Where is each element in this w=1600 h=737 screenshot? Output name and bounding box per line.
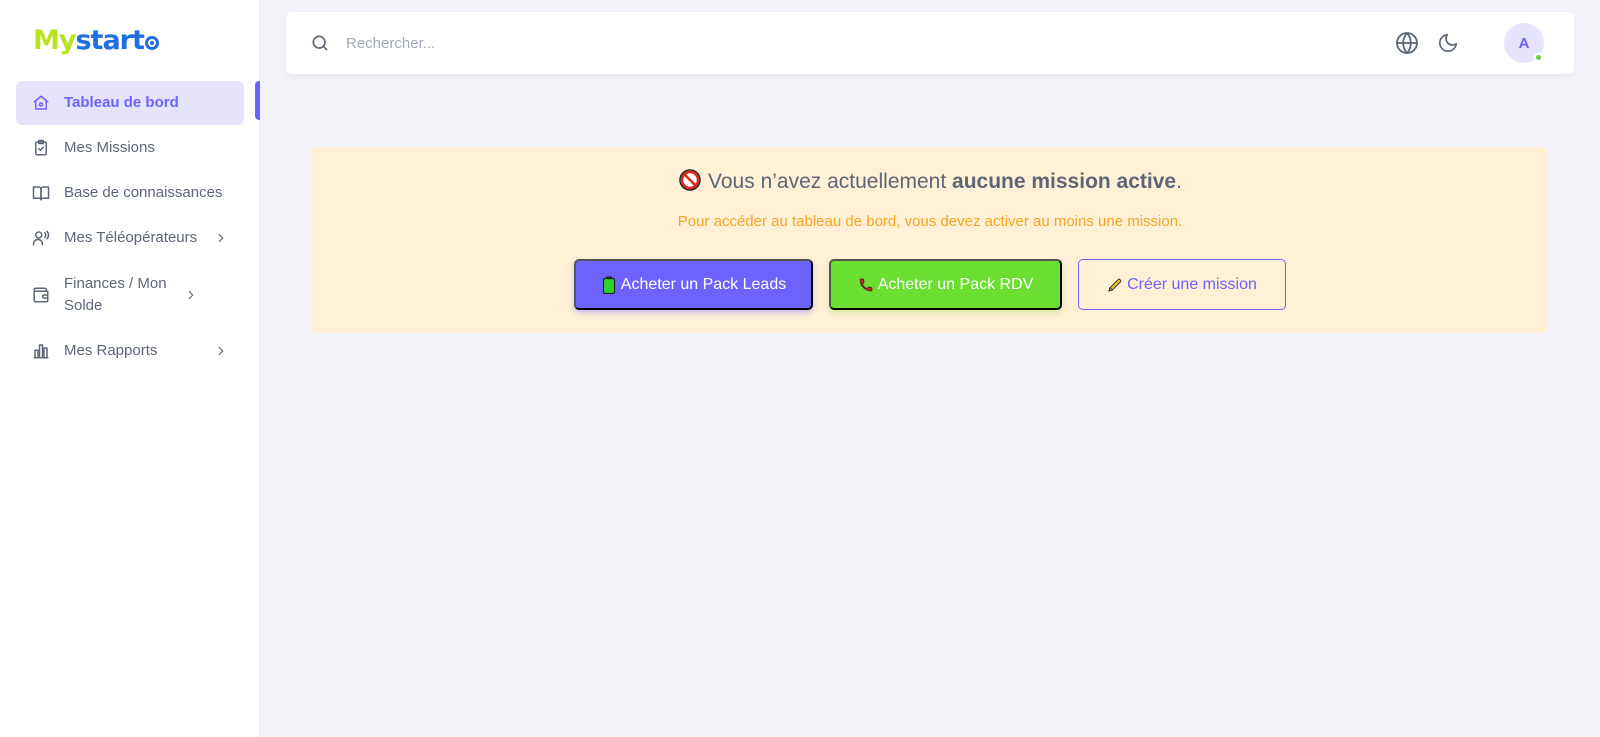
- create-mission-button[interactable]: Créer une mission: [1078, 259, 1286, 310]
- home-icon: [32, 94, 50, 112]
- top-bar: A: [286, 12, 1574, 74]
- users-icon: [32, 229, 50, 247]
- buy-leads-pack-button[interactable]: Acheter un Pack Leads: [574, 259, 813, 310]
- wallet-icon: [32, 286, 50, 304]
- alert-title-prefix: Vous n’avez actuellement: [708, 170, 953, 193]
- sidebar-item-knowledge-base[interactable]: Base de connaissances: [16, 171, 244, 215]
- avatar-initial: A: [1518, 34, 1530, 52]
- brand-logo-mark: [144, 36, 159, 50]
- clipboard-check-icon: [32, 139, 50, 157]
- avatar[interactable]: A: [1504, 23, 1544, 63]
- search-icon: [310, 33, 330, 53]
- bar-chart-icon: [32, 342, 50, 360]
- moon-icon[interactable]: [1435, 30, 1461, 56]
- no-active-mission-alert: Vous n’avez actuellement aucune mission …: [312, 147, 1548, 333]
- prohibited-icon: [678, 168, 702, 192]
- sidebar-item-label: Base de connaissances: [64, 184, 223, 201]
- create-mission-label: Créer une mission: [1127, 275, 1257, 293]
- book-icon: [32, 184, 50, 202]
- globe-icon[interactable]: [1394, 30, 1420, 56]
- sidebar-item-label: Tableau de bord: [64, 94, 179, 111]
- sidebar-item-label: Finances / Mon Solde: [64, 275, 167, 314]
- phone-icon: [858, 276, 874, 294]
- alert-title: Vous n’avez actuellement aucune mission …: [312, 167, 1548, 197]
- sidebar-item-missions[interactable]: Mes Missions: [16, 126, 244, 170]
- chevron-right-icon: [184, 288, 198, 302]
- sidebar-item-finances[interactable]: Finances / Mon Solde: [16, 261, 244, 329]
- chevron-right-icon: [214, 344, 228, 358]
- active-indicator: [255, 81, 260, 120]
- sidebar-item-teleoperators[interactable]: Mes Téléopérateurs: [16, 216, 244, 260]
- sidebar-item-label: Mes Missions: [64, 139, 155, 156]
- sidebar-item-label: Mes Rapports: [64, 342, 158, 359]
- alert-actions: Acheter un Pack Leads Acheter un Pack RD…: [574, 259, 1286, 310]
- search-input[interactable]: [346, 28, 746, 58]
- alert-title-suffix: .: [1176, 170, 1182, 193]
- buy-leads-pack-label: Acheter un Pack Leads: [620, 275, 787, 293]
- sidebar-item-reports[interactable]: Mes Rapports: [16, 329, 244, 373]
- sidebar: Mystart Tableau de bord Mes Missions Bas…: [0, 0, 260, 737]
- chevron-right-icon: [214, 231, 228, 245]
- battery-icon: [601, 276, 617, 294]
- brand-part2: start: [75, 25, 144, 56]
- brand-logo[interactable]: Mystart: [33, 24, 159, 58]
- online-status-dot: [1534, 53, 1543, 62]
- sidebar-item-dashboard[interactable]: Tableau de bord: [16, 81, 244, 125]
- alert-title-bold: aucune mission active: [952, 170, 1177, 193]
- buy-rdv-pack-label: Acheter un Pack RDV: [877, 275, 1034, 293]
- sidebar-item-label: Mes Téléopérateurs: [64, 229, 198, 246]
- alert-subtitle: Pour accéder au tableau de bord, vous de…: [677, 213, 1183, 230]
- brand-part1: My: [33, 25, 76, 56]
- sidebar-nav: Tableau de bord Mes Missions Base de con…: [16, 81, 244, 374]
- buy-rdv-pack-button[interactable]: Acheter un Pack RDV: [829, 259, 1062, 310]
- pencil-icon: [1107, 276, 1123, 294]
